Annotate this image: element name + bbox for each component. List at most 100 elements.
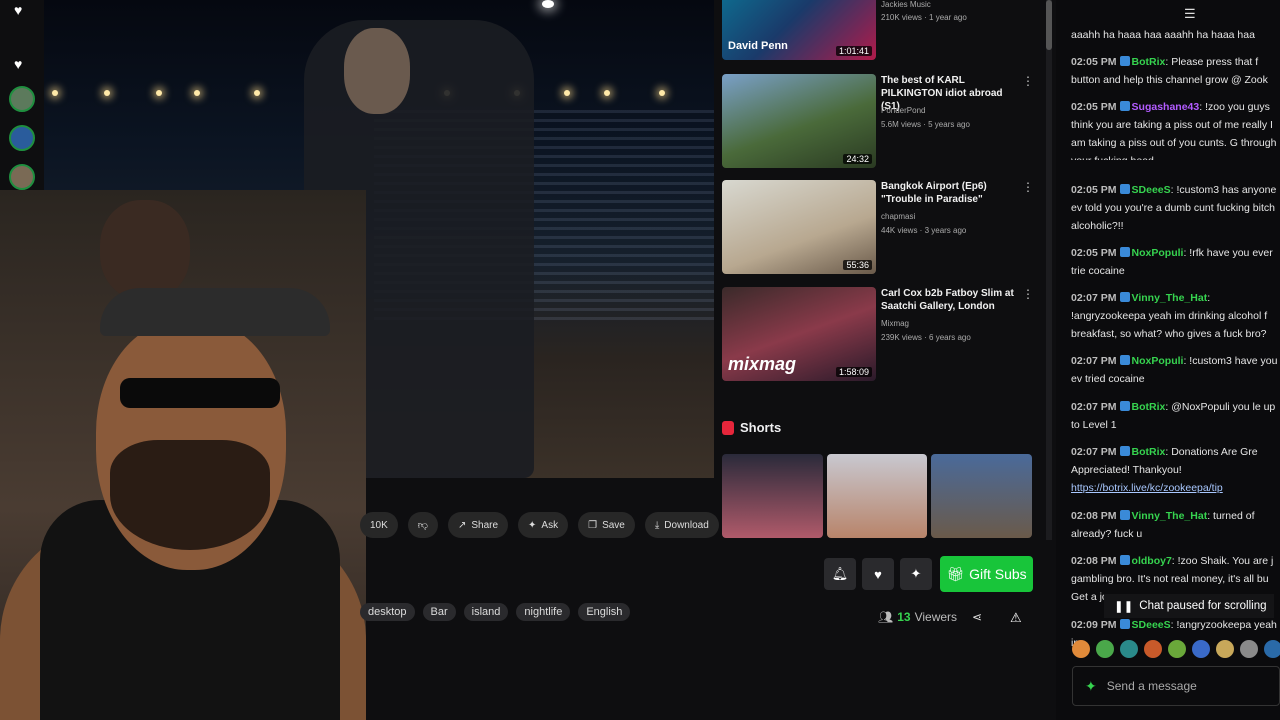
chat-username[interactable]: NoxPopuli [1132, 355, 1184, 367]
chat-username[interactable]: BotRix [1132, 446, 1166, 458]
suggested-video[interactable]: David Penn 1:01:41 Jackies Music 210K vi… [722, 0, 1032, 66]
chat-message: 02:08 PM Vinny_The_Hat: turned of already… [1071, 507, 1280, 543]
video-meta: 5.6M views · 5 years ago [881, 120, 970, 129]
short-thumbnail[interactable] [722, 454, 823, 538]
chat-message: 02:05 PM Sugashane43: !zoo you guys think… [1071, 98, 1280, 160]
ask-label: Ask [541, 519, 559, 531]
sparkle-button[interactable]: ✦ [900, 558, 932, 590]
download-label: Download [664, 519, 709, 531]
video-channel[interactable]: PonderPond [881, 106, 925, 115]
follow-button[interactable]: ♥ [862, 558, 894, 590]
suggestions-scrollbar[interactable] [1046, 0, 1052, 540]
chat-username[interactable]: oldboy7 [1132, 555, 1172, 567]
ask-button[interactable]: ✦ Ask [518, 512, 569, 538]
chat-username[interactable]: Sugashane43 [1132, 101, 1200, 113]
save-button[interactable]: ❐ Save [578, 512, 635, 538]
chat-badge-icon [1119, 101, 1130, 111]
short-thumbnail[interactable] [931, 454, 1033, 538]
chat-username[interactable]: BotRix [1132, 56, 1166, 68]
emote-icon[interactable] [1072, 640, 1090, 658]
video-thumbnail[interactable]: David Penn 1:01:41 [722, 0, 876, 60]
thumbs-down-icon: 👎︎ [417, 520, 428, 531]
like-button[interactable]: 10K [360, 512, 398, 538]
emote-icon[interactable] [1168, 640, 1186, 658]
chat-paused-banner[interactable]: ❚❚ Chat paused for scrolling [1104, 594, 1274, 618]
video-channel[interactable]: chapmasi [881, 212, 915, 221]
scrollbar-thumb[interactable] [1046, 0, 1052, 50]
chat-username[interactable]: BotRix [1132, 401, 1166, 413]
pause-icon: ❚❚ [1114, 601, 1134, 613]
chat-badge-icon [1119, 619, 1130, 629]
tag[interactable]: island [463, 603, 509, 621]
video-thumbnail[interactable]: 24:32 [722, 74, 876, 168]
followed-channel-avatar[interactable] [9, 86, 35, 112]
gift-subs-button[interactable]: 🎁︎ Gift Subs [940, 556, 1033, 592]
emote-icon[interactable] [1240, 640, 1258, 658]
emote-icon[interactable] [1264, 640, 1280, 658]
chat-username[interactable]: SDeeeS [1132, 619, 1171, 631]
suggested-video[interactable]: 24:32 The best of KARL PILKINGTON idiot … [722, 74, 1034, 174]
emote-icon[interactable] [1192, 640, 1210, 658]
suggested-video[interactable]: mixmag 1:58:09 Carl Cox b2b Fatboy Slim … [722, 287, 1034, 387]
short-thumbnail[interactable] [826, 454, 928, 538]
bookmark-icon: ❐ [588, 519, 598, 531]
emote-icon[interactable] [1144, 640, 1162, 658]
more-options-icon[interactable]: ⋮ [1022, 287, 1034, 301]
following-heart-icon[interactable]: ♥ [14, 56, 22, 72]
emote-icon[interactable] [1216, 640, 1234, 658]
video-title[interactable]: Carl Cox b2b Fatboy Slim at Saatchi Gall… [881, 287, 1021, 313]
sparkle-icon: ✦ [1085, 677, 1097, 694]
like-count: 10K [370, 519, 388, 531]
chat-timestamp: 02:08 PM [1071, 510, 1117, 522]
tag[interactable]: Bar [422, 603, 456, 621]
chat-link[interactable]: https://botrix.live/kc/zookeepa/tip [1071, 482, 1223, 494]
followed-channel-avatar[interactable] [9, 164, 35, 190]
video-duration: 1:58:09 [835, 367, 872, 377]
chat-timestamp: 02:07 PM [1071, 401, 1117, 413]
suggested-video[interactable]: 55:36 Bangkok Airport (Ep6) "Trouble in … [722, 180, 1034, 280]
chat-badge-icon [1119, 510, 1130, 520]
chat-badge-icon [1119, 555, 1130, 565]
emote-icon[interactable] [1120, 640, 1138, 658]
chat-input-placeholder: Send a message [1106, 679, 1197, 693]
share-button[interactable]: ↗ Share [447, 512, 509, 538]
chat-input[interactable]: ✦ Send a message [1072, 666, 1280, 706]
video-channel[interactable]: Jackies Music [881, 0, 931, 9]
chat-message: 02:07 PM Vinny_The_Hat: !angryzookeepa ye… [1071, 289, 1280, 343]
chat-message: 02:05 PM SDeeeS: !custom3 has anyone ev t… [1071, 181, 1280, 235]
video-thumbnail[interactable]: mixmag 1:58:09 [722, 287, 876, 381]
tag[interactable]: nightlife [516, 603, 571, 621]
dislike-button[interactable]: 👎︎ [407, 512, 438, 538]
viewers-icon: 👥︎ [878, 610, 894, 624]
more-options-icon[interactable]: ⋮ [1022, 180, 1034, 194]
heart-icon: ♥ [874, 566, 882, 582]
video-thumbnail[interactable]: 55:36 [722, 180, 876, 274]
followed-channel-avatar[interactable] [9, 125, 35, 151]
notifications-button[interactable]: 🔔︎ [824, 558, 856, 590]
chat-username[interactable]: Vinny_The_Hat [1132, 510, 1208, 522]
more-options-icon[interactable]: ⋮ [1022, 74, 1034, 88]
chat-message: 02:05 PM NoxPopuli: !rfk have you ever tr… [1071, 244, 1280, 280]
viewers-label: Viewers [914, 610, 958, 624]
report-icon[interactable]: ⚠ [1010, 610, 1022, 626]
chat-username[interactable]: Vinny_The_Hat [1132, 292, 1208, 304]
chat-username[interactable]: NoxPopuli [1132, 247, 1184, 259]
share-label: Share [471, 519, 499, 531]
heart-icon[interactable]: ♥ [14, 2, 22, 18]
night-light [542, 0, 554, 8]
chat-message: 02:07 PM BotRix: Donations Are Gre Apprec… [1071, 443, 1280, 497]
tag[interactable]: desktop [360, 603, 415, 621]
emote-icon[interactable] [1096, 640, 1114, 658]
video-channel[interactable]: Mixmag [881, 319, 909, 328]
tag[interactable]: English [578, 603, 631, 621]
video-title[interactable]: Bangkok Airport (Ep6) "Trouble in Paradi… [881, 180, 1021, 206]
streamer-head [344, 28, 410, 114]
share-icon[interactable]: ⋖ [972, 610, 982, 624]
chat-timestamp: 02:05 PM [1071, 101, 1117, 113]
chat-badge-icon [1119, 247, 1130, 257]
download-icon: ⤓ [654, 519, 660, 531]
chat-menu-icon[interactable]: ☰ [1184, 6, 1196, 22]
chat-username[interactable]: SDeeeS [1132, 184, 1171, 196]
mixmag-watermark: mixmag [728, 354, 797, 374]
download-button[interactable]: ⤓ Download [644, 512, 719, 538]
